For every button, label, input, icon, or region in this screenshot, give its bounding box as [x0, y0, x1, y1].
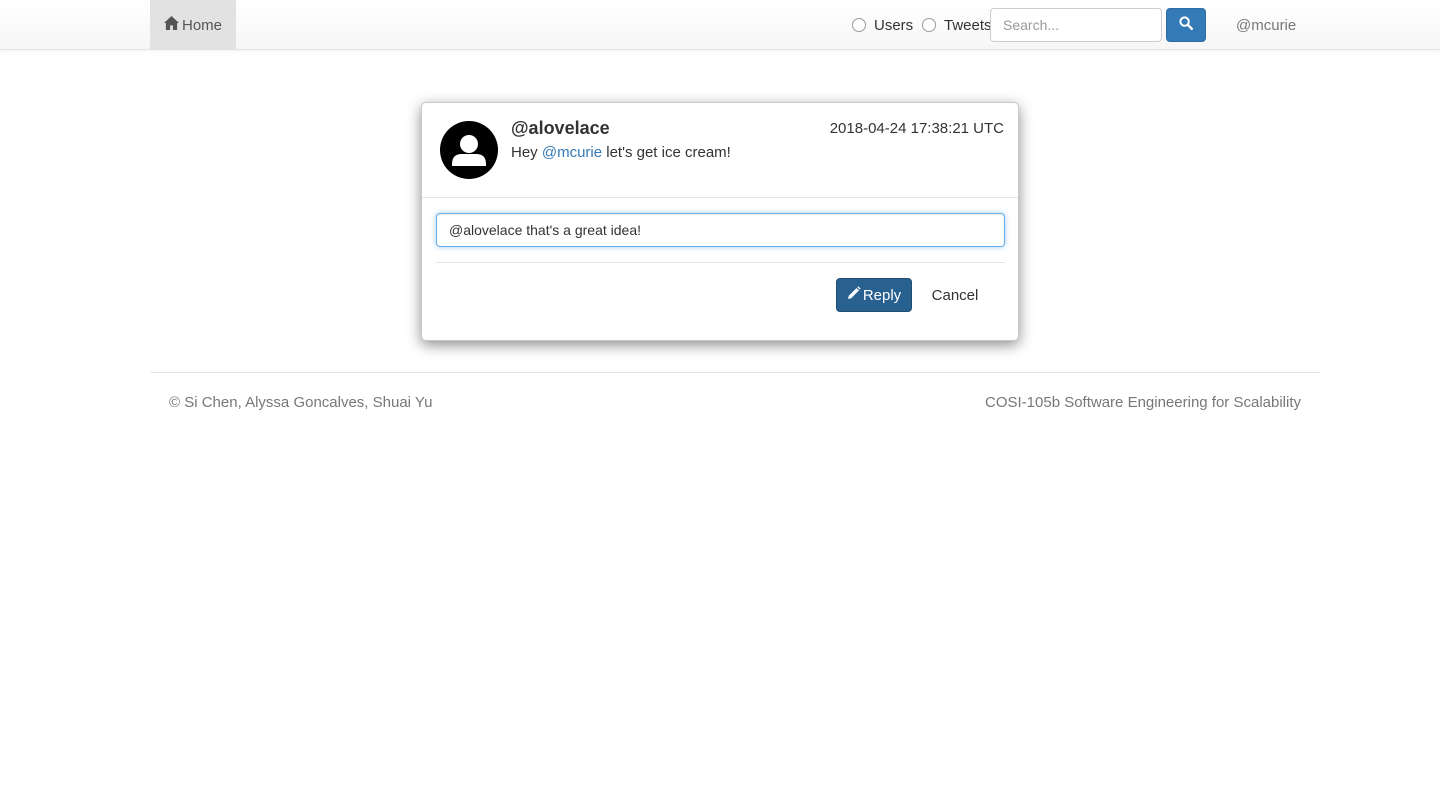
reply-modal: @alovelace 2018-04-24 17:38:21 UTC Hey @…: [421, 102, 1019, 341]
tweet-body: Hey @mcurie let's get ice cream!: [511, 144, 731, 161]
avatar: [440, 121, 498, 179]
search-input[interactable]: [990, 8, 1162, 42]
user-avatar-icon: [452, 135, 486, 166]
modal-divider: [422, 197, 1018, 198]
home-icon: [164, 16, 182, 34]
tweet-timestamp: 2018-04-24 17:38:21 UTC: [829, 120, 1004, 137]
tweets-radio-label: Tweets: [944, 16, 992, 34]
search-type-tweets-radio[interactable]: Tweets: [922, 0, 992, 50]
tweet-author[interactable]: @alovelace: [511, 118, 610, 139]
footer-credits: © Si Chen, Alyssa Goncalves, Shuai Yu: [169, 394, 433, 411]
tweet-body-suffix: let's get ice cream!: [602, 144, 731, 161]
current-user-link[interactable]: @mcurie: [1236, 0, 1296, 50]
tweet-mention-link[interactable]: @mcurie: [542, 144, 602, 161]
cancel-button[interactable]: Cancel: [922, 278, 988, 312]
tweets-radio-circle[interactable]: [922, 18, 936, 32]
footer-divider: [150, 372, 1320, 373]
tweet-body-prefix: Hey: [511, 144, 542, 161]
users-radio-label: Users: [874, 16, 914, 34]
form-divider: [436, 262, 1005, 263]
home-nav-label: Home: [181, 16, 222, 34]
users-radio-circle[interactable]: [852, 18, 866, 32]
top-navbar: Home Users Tweets @mcurie: [0, 0, 1440, 50]
footer-course: COSI-105b Software Engineering for Scala…: [985, 394, 1301, 411]
home-nav-link[interactable]: Home: [150, 0, 236, 50]
reply-button-label: Reply: [862, 286, 902, 304]
reply-input[interactable]: [436, 213, 1005, 247]
reply-button[interactable]: Reply: [836, 278, 912, 312]
search-button[interactable]: [1166, 8, 1206, 42]
pencil-icon: [847, 286, 863, 304]
search-icon: [1179, 15, 1194, 35]
search-type-users-radio[interactable]: Users: [852, 0, 913, 50]
